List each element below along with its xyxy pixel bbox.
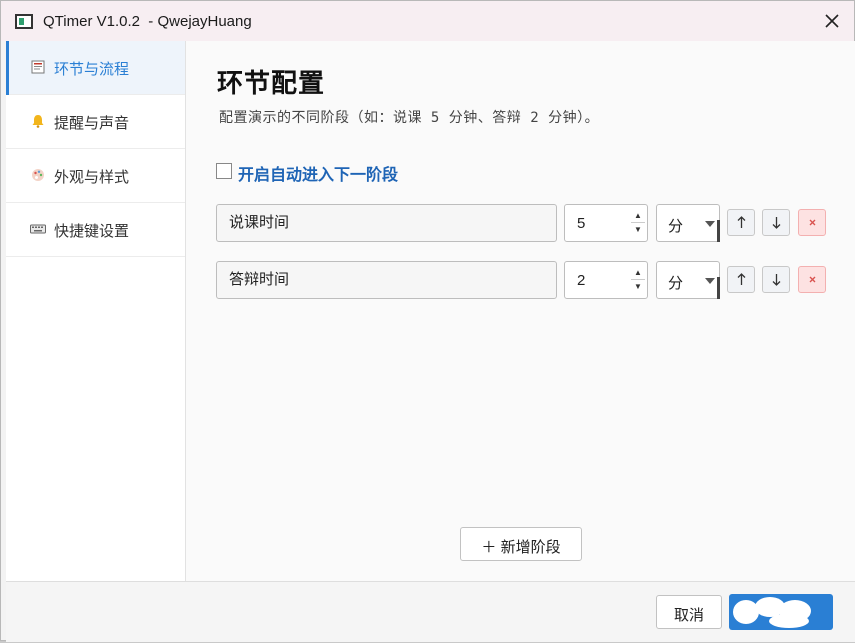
bell-icon <box>30 114 46 130</box>
sidebar-item-appearance[interactable]: 外观与样式 <box>6 149 185 203</box>
spin-buttons: ▲ ▼ <box>631 266 645 294</box>
chevron-down-icon <box>705 278 715 284</box>
duration-spinbox[interactable]: 5 ▲ ▼ <box>564 204 648 242</box>
duration-spinbox[interactable]: 2 ▲ ▼ <box>564 261 648 299</box>
arrow-down-icon <box>772 217 781 229</box>
sidebar-item-label: 环节与流程 <box>54 61 130 78</box>
main-panel: 环节配置 配置演示的不同阶段（如：说课 5 分钟、答辩 2 分钟）。 开启自动进… <box>186 41 855 581</box>
cancel-label: 取消 <box>673 607 704 624</box>
keyboard-icon <box>30 222 46 238</box>
dialog-footer: 取消 <box>6 581 855 642</box>
sidebar-item-label: 提醒与声音 <box>54 115 130 132</box>
stage-row: 说课时间 5 ▲ ▼ 分 <box>216 204 828 242</box>
move-up-button[interactable] <box>727 209 755 236</box>
duration-value: 2 <box>577 272 586 289</box>
spin-down-icon[interactable]: ▼ <box>631 223 645 237</box>
sidebar-item-stages[interactable]: 环节与流程 <box>6 41 185 95</box>
delete-stage-button[interactable] <box>798 209 826 236</box>
unit-select[interactable]: 分 <box>656 204 720 242</box>
arrow-down-icon <box>772 274 781 286</box>
spin-buttons: ▲ ▼ <box>631 209 645 237</box>
page-description: 配置演示的不同阶段（如：说课 5 分钟、答辩 2 分钟）。 <box>219 110 600 126</box>
close-icon <box>825 14 839 28</box>
note-icon <box>30 60 46 76</box>
duration-value: 5 <box>577 215 586 232</box>
cancel-button[interactable]: 取消 <box>656 595 722 629</box>
move-down-button[interactable] <box>762 209 790 236</box>
add-stage-label: ＋ 新增阶段 <box>481 539 561 556</box>
stage-name-input[interactable]: 说课时间 <box>216 204 557 242</box>
arrow-up-icon <box>737 273 746 285</box>
app-window: QTimer V1.0.2 - QwejayHuang 环节与流程 提醒与声音 … <box>0 0 855 642</box>
auto-advance-checkbox[interactable] <box>216 163 232 179</box>
arrow-up-icon <box>737 216 746 228</box>
page-title: 环节配置 <box>217 68 326 98</box>
spin-up-icon[interactable]: ▲ <box>631 209 645 223</box>
confirm-button[interactable] <box>729 594 833 630</box>
spin-down-icon[interactable]: ▼ <box>631 280 645 294</box>
palette-icon <box>30 168 46 184</box>
watermark-blob <box>769 614 809 628</box>
title-bar: QTimer V1.0.2 - QwejayHuang <box>1 1 854 41</box>
move-up-button[interactable] <box>727 266 755 293</box>
add-stage-button[interactable]: ＋ 新增阶段 <box>460 527 582 561</box>
auto-advance-label[interactable]: 开启自动进入下一阶段 <box>238 161 398 185</box>
stage-row: 答辩时间 2 ▲ ▼ 分 <box>216 261 828 299</box>
close-icon <box>809 276 816 283</box>
unit-value: 分 <box>668 275 684 292</box>
close-button[interactable] <box>820 9 844 33</box>
stage-name-input[interactable]: 答辩时间 <box>216 261 557 299</box>
close-icon <box>809 219 816 226</box>
sidebar-item-label: 外观与样式 <box>54 169 130 186</box>
move-down-button[interactable] <box>762 266 790 293</box>
unit-value: 分 <box>668 218 684 235</box>
chevron-down-icon <box>705 221 715 227</box>
delete-stage-button[interactable] <box>798 266 826 293</box>
sidebar-item-shortcuts[interactable]: 快捷键设置 <box>6 203 185 257</box>
sidebar-item-alerts[interactable]: 提醒与声音 <box>6 95 185 149</box>
app-icon <box>15 14 33 29</box>
settings-sidebar: 环节与流程 提醒与声音 外观与样式 快捷键设置 <box>6 41 186 581</box>
spin-up-icon[interactable]: ▲ <box>631 266 645 280</box>
window-title: QTimer V1.0.2 - QwejayHuang <box>43 13 252 30</box>
sidebar-item-label: 快捷键设置 <box>54 223 130 240</box>
unit-select[interactable]: 分 <box>656 261 720 299</box>
